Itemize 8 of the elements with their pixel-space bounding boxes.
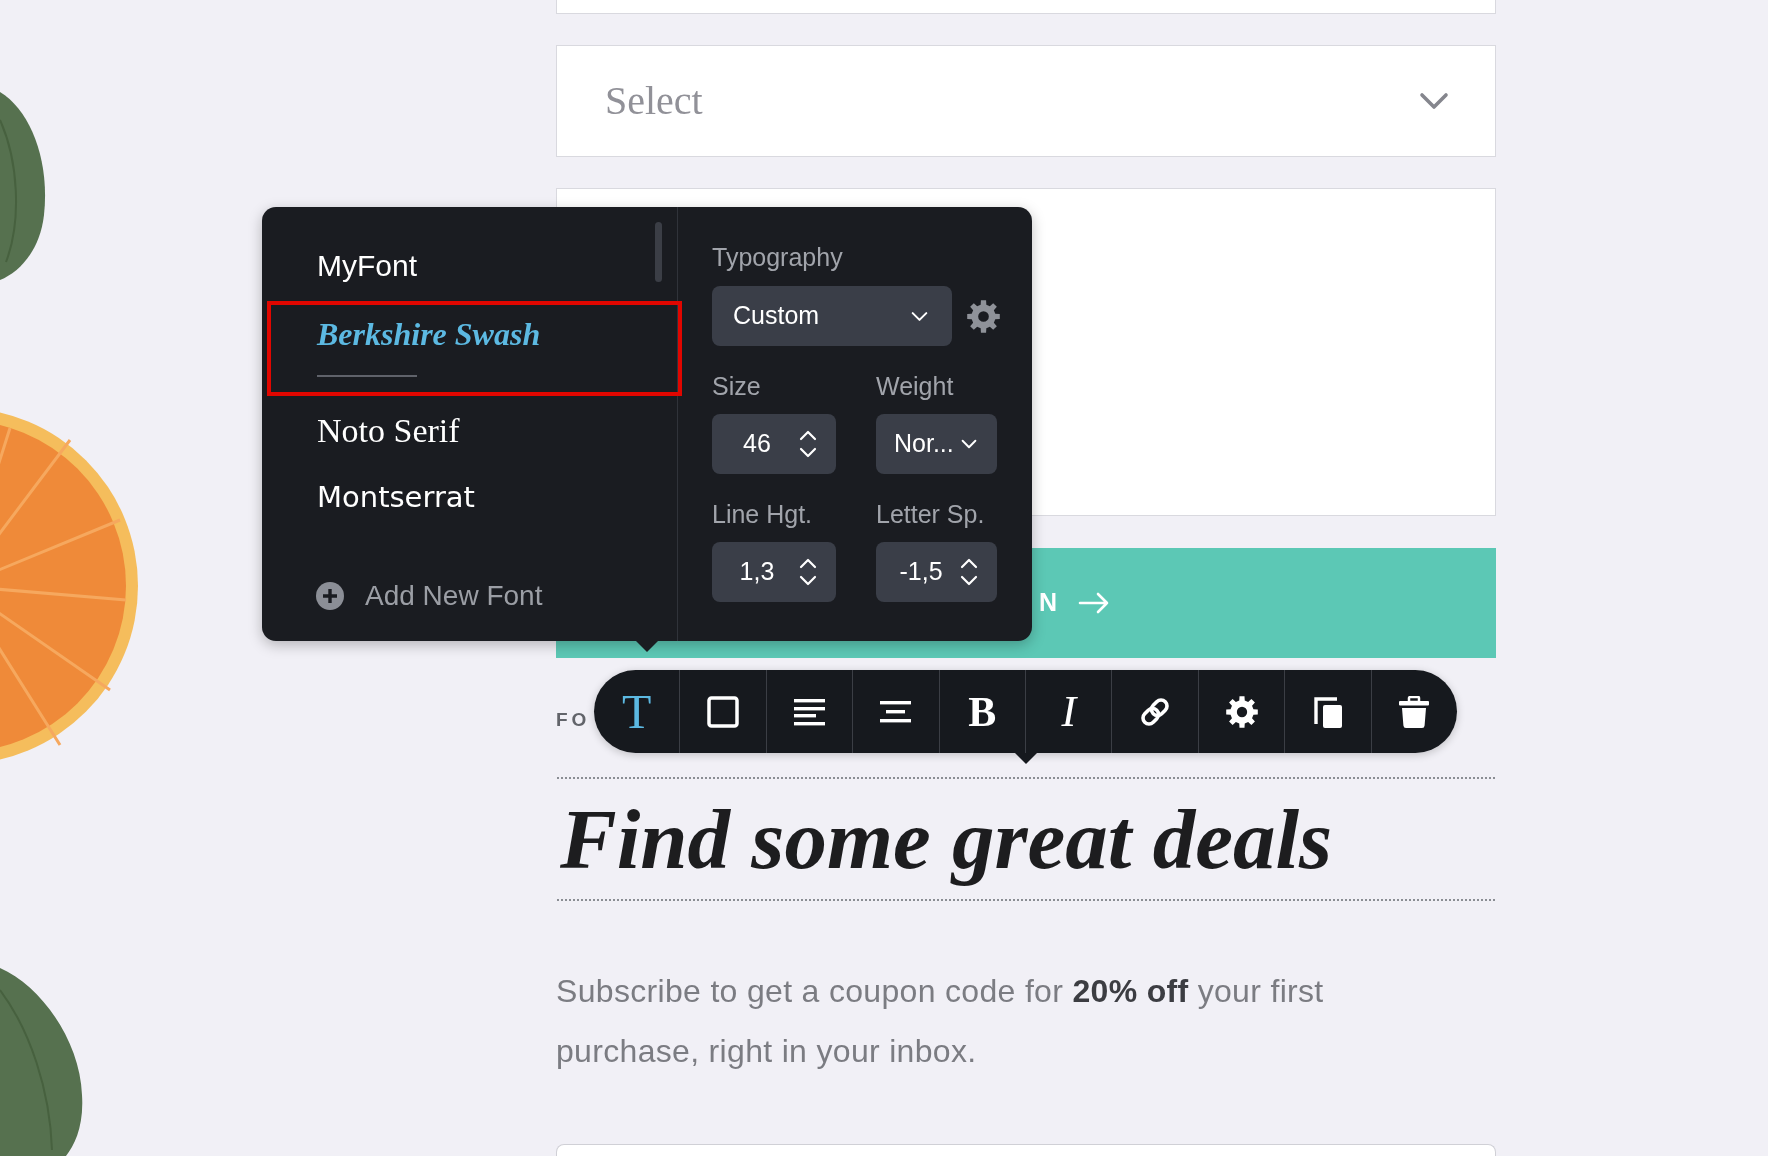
body-text: Subscribe to get a coupon code for 20% off your first purchase, right in your inbox.: [556, 972, 1325, 1071]
field-label: Size: [712, 371, 761, 402]
field-label: Letter Sp.: [876, 499, 985, 530]
field-label: Weight: [876, 371, 954, 402]
field-label: Line Hgt.: [712, 499, 813, 530]
eyebrow-text: FO: [556, 708, 590, 732]
field-label: Typography: [712, 242, 843, 273]
heading: Find some great deals: [556, 777, 1496, 901]
